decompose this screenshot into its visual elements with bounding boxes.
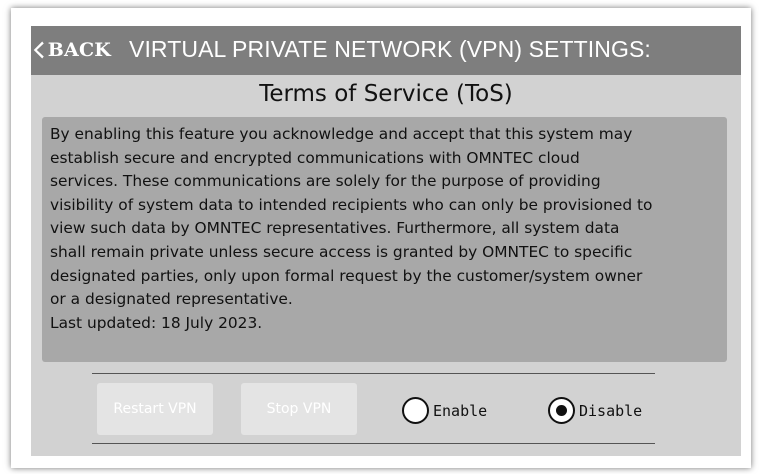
stop-vpn-label: Stop VPN [266,401,332,417]
restart-vpn-button[interactable]: Restart VPN [97,383,213,435]
tos-body-text: By enabling this feature you acknowledge… [50,125,653,332]
disable-radio-circle[interactable] [548,397,575,424]
vpn-settings-screen: BACK VIRTUAL PRIVATE NETWORK (VPN) SETTI… [31,26,741,456]
stop-vpn-button[interactable]: Stop VPN [241,383,357,435]
disable-radio-label: Disable [579,401,643,420]
tos-title: Terms of Service (ToS) [259,81,513,107]
restart-vpn-label: Restart VPN [113,401,197,417]
enable-radio-circle[interactable] [402,397,429,424]
controls-divider-top [92,373,655,374]
enable-radio[interactable]: Enable [402,397,487,424]
enable-radio-label: Enable [433,401,488,420]
back-button[interactable]: BACK [33,34,111,66]
chevron-left-icon [33,41,44,59]
header-bar: BACK VIRTUAL PRIVATE NETWORK (VPN) SETTI… [31,26,741,75]
back-label: BACK [47,39,111,61]
radio-selected-dot [556,405,567,416]
page-title: VIRTUAL PRIVATE NETWORK (VPN) SETTINGS: [129,36,651,62]
controls-divider-bottom [92,443,655,444]
disable-radio[interactable]: Disable [548,397,642,424]
tos-text-box: By enabling this feature you acknowledge… [42,117,727,362]
